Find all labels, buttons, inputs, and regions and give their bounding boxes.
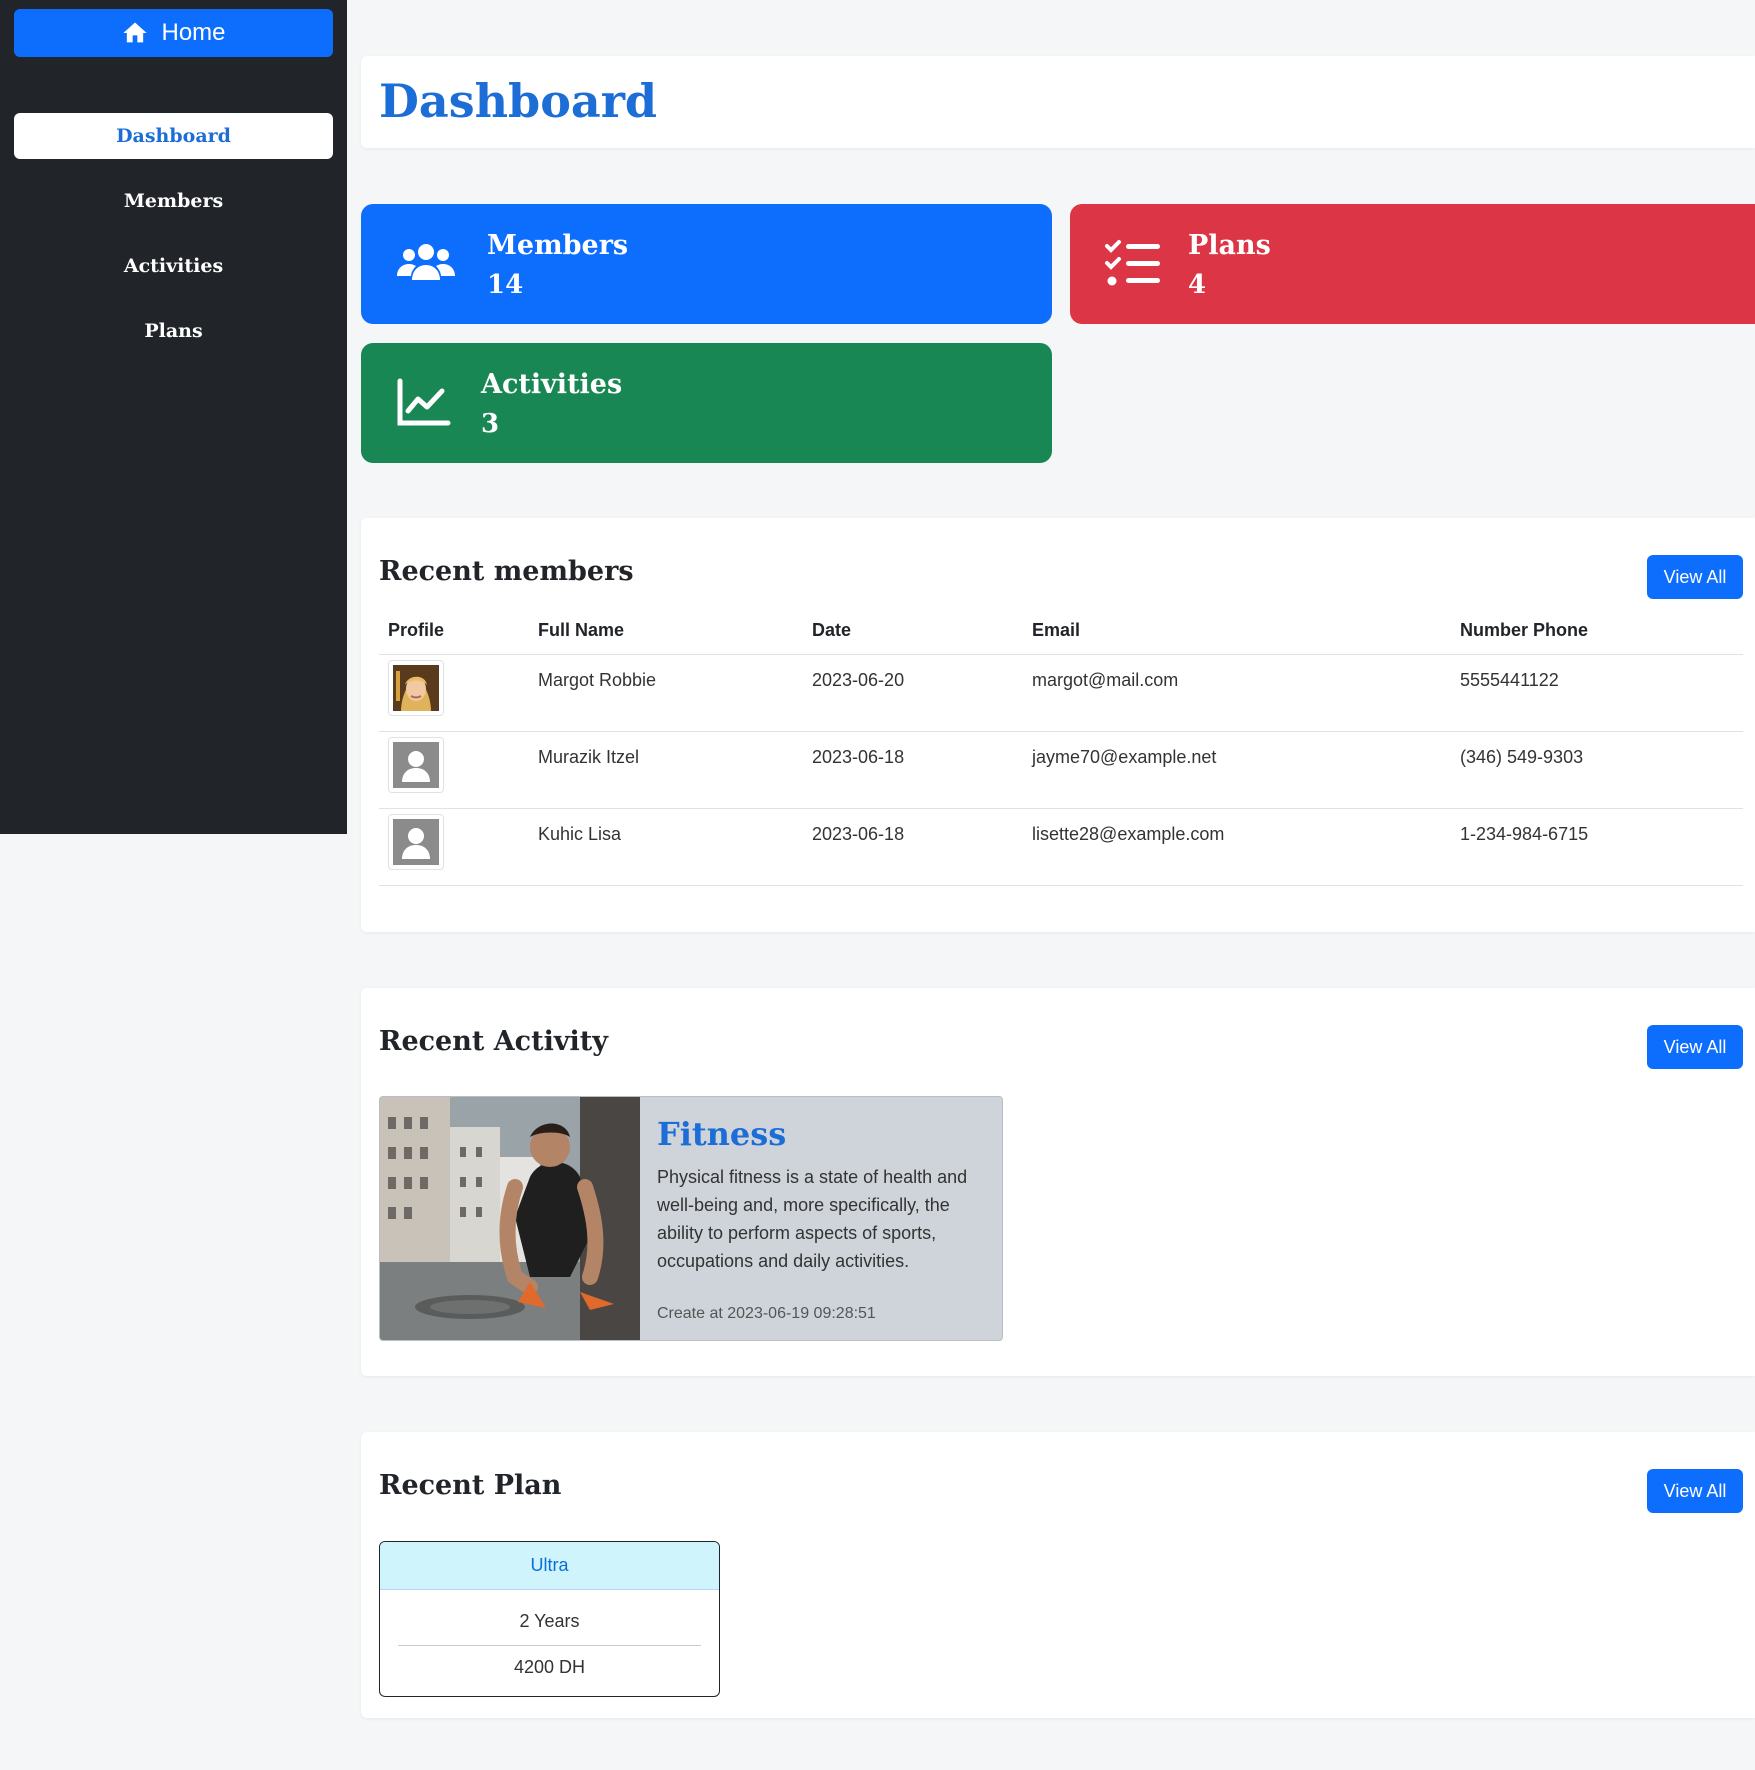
member-phone: 5555441122: [1451, 654, 1743, 732]
member-email: lisette28@example.com: [1023, 808, 1451, 886]
list-check-icon: [1105, 240, 1160, 286]
member-email: margot@mail.com: [1023, 654, 1451, 732]
members-stat-label: Members: [487, 230, 629, 261]
recent-activity-panel: Recent Activity View All Fitness Physica…: [361, 988, 1755, 1376]
member-date: 2023-06-20: [803, 654, 1023, 732]
avatar: [388, 813, 444, 870]
member-name: Margot Robbie: [529, 654, 803, 732]
member-phone: (346) 549-9303: [1451, 731, 1743, 809]
plan-duration: 2 Years: [398, 1590, 701, 1646]
plan-card[interactable]: Ultra 2 Years 4200 DH: [379, 1541, 720, 1697]
plans-stat-label: Plans: [1188, 230, 1271, 261]
col-profile: Profile: [379, 608, 529, 655]
activity-description: Physical fitness is a state of health an…: [657, 1167, 968, 1271]
avatar: [388, 659, 444, 716]
sidebar-nav: Dashboard Members Activities Plans: [14, 113, 333, 373]
home-label: Home: [161, 19, 226, 46]
activity-image: [380, 1097, 640, 1340]
plan-name: Ultra: [380, 1542, 719, 1590]
activities-stat-count: 3: [481, 409, 500, 439]
members-stat-count: 14: [487, 270, 524, 300]
member-date: 2023-06-18: [803, 808, 1023, 886]
member-name: Murazik Itzel: [529, 731, 803, 809]
activities-stat-label: Activities: [481, 369, 623, 400]
recent-members-title: Recent members: [379, 556, 634, 587]
default-user-icon: [393, 818, 439, 865]
table-row[interactable]: Kuhic Lisa 2023-06-18 lisette28@example.…: [379, 808, 1743, 886]
recent-plan-title: Recent Plan: [379, 1470, 562, 1501]
recent-activity-title: Recent Activity: [379, 1026, 608, 1057]
col-email: Email: [1023, 608, 1451, 655]
activity-view-all-button[interactable]: View All: [1647, 1025, 1743, 1069]
page-title: Dashboard: [379, 74, 658, 128]
plans-stat-count: 4: [1188, 270, 1207, 300]
sidebar-item-plans[interactable]: Plans: [14, 308, 333, 354]
member-phone: 1-234-984-6715: [1451, 808, 1743, 886]
activity-title: Fitness: [657, 1115, 787, 1153]
member-name: Kuhic Lisa: [529, 808, 803, 886]
default-user-icon: [393, 741, 439, 788]
plan-view-all-button[interactable]: View All: [1647, 1469, 1743, 1513]
sidebar-item-members[interactable]: Members: [14, 178, 333, 224]
sidebar: Home Dashboard Members Activities Plans: [0, 0, 347, 834]
activities-stat-card[interactable]: Activities 3: [361, 343, 1052, 463]
members-stat-card[interactable]: Members 14: [361, 204, 1052, 324]
page-header: Dashboard: [361, 56, 1755, 148]
table-header-row: Profile Full Name Date Email Number Phon…: [379, 608, 1743, 655]
members-table: Profile Full Name Date Email Number Phon…: [379, 608, 1743, 886]
col-full-name: Full Name: [529, 608, 803, 655]
home-button[interactable]: Home: [14, 9, 333, 57]
plan-price: 4200 DH: [513, 1656, 586, 1677]
col-phone: Number Phone: [1451, 608, 1743, 655]
table-row[interactable]: Margot Robbie 2023-06-20 margot@mail.com…: [379, 654, 1743, 732]
sidebar-item-activities[interactable]: Activities: [14, 243, 333, 289]
member-date: 2023-06-18: [803, 731, 1023, 809]
col-date: Date: [803, 608, 1023, 655]
chart-line-icon: [397, 378, 451, 426]
home-icon: [123, 22, 148, 43]
plans-stat-card[interactable]: Plans 4: [1070, 204, 1755, 324]
recent-plan-panel: Recent Plan View All Ultra 2 Years 4200 …: [361, 1432, 1755, 1718]
members-view-all-button[interactable]: View All: [1647, 555, 1743, 599]
member-photo: [393, 664, 439, 711]
activity-card[interactable]: Fitness Physical fitness is a state of h…: [379, 1096, 1003, 1341]
sidebar-item-dashboard[interactable]: Dashboard: [14, 113, 333, 159]
recent-members-panel: Recent members View All Profile Full Nam…: [361, 518, 1755, 932]
users-icon: [397, 244, 455, 280]
table-row[interactable]: Murazik Itzel 2023-06-18 jayme70@example…: [379, 731, 1743, 809]
activity-created-date: Create at 2023-06-19 09:28:51: [657, 1305, 876, 1322]
avatar: [388, 736, 444, 793]
member-email: jayme70@example.net: [1023, 731, 1451, 809]
